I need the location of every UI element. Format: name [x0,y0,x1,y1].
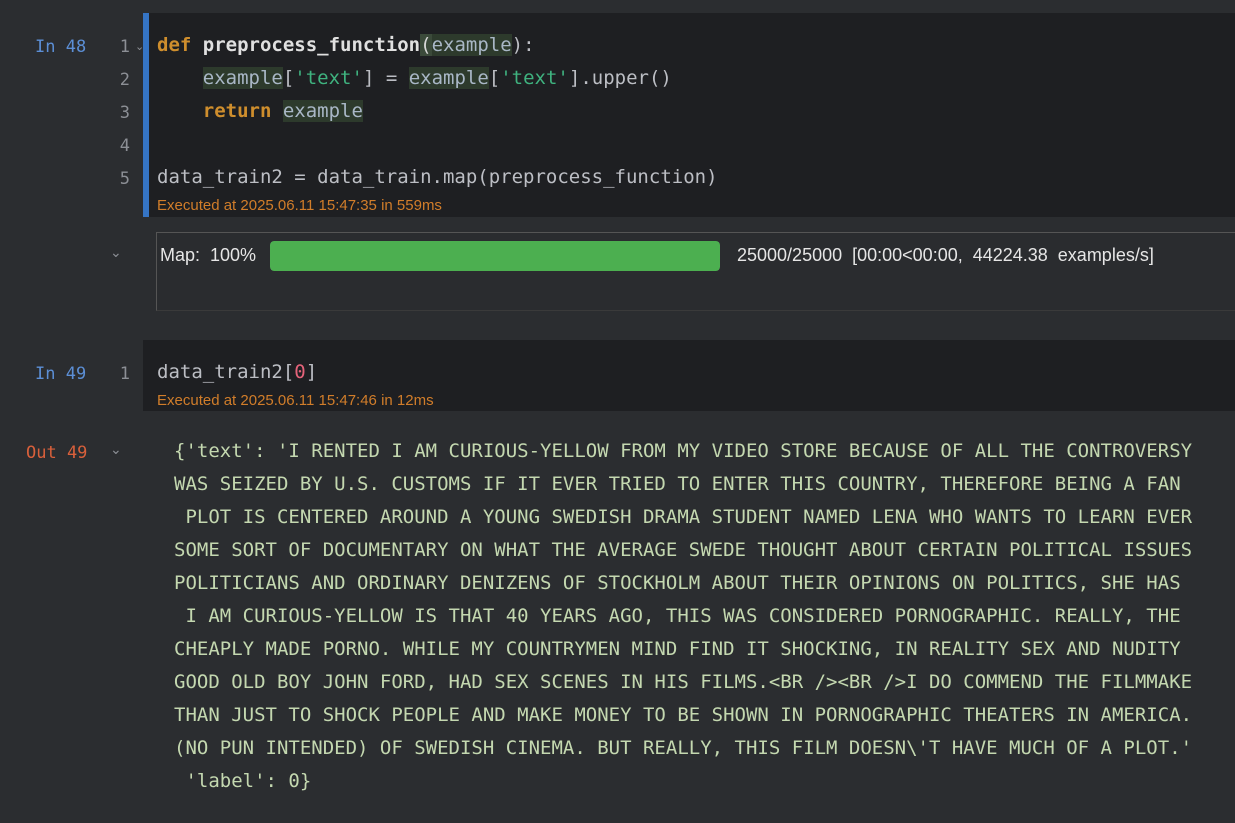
output-line: GOOD OLD BOY JOHN FORD, HAD SEX SCENES I… [174,671,1193,693]
var-example: example [202,67,283,89]
output-line: POLITICIANS AND ORDINARY DENIZENS OF STO… [174,572,1181,594]
line-number: 1 [119,37,130,57]
keyword-def: def [157,34,192,56]
var-example: example [282,100,363,122]
fold-chevron-icon[interactable]: ⌄ [135,40,144,53]
progress-bar [270,241,720,271]
assign: ] = [362,67,409,89]
param-example: example [431,34,512,56]
code-line-2[interactable]: example['text'] = example['text'].upper(… [157,67,672,89]
line-number: 5 [119,169,130,189]
paren: ( [420,34,432,56]
output-line: {'text': 'I RENTED I AM CURIOUS-YELLOW F… [174,440,1193,462]
code-line-5[interactable]: data_train2 = data_train.map(preprocess_… [157,166,718,188]
execution-status: Executed at 2025.06.11 15:47:35 in 559ms [157,197,442,214]
var-data-train2: data_train2 [157,361,283,383]
bracket: [ [488,67,501,89]
code-line-1[interactable]: def preprocess_function(example): [157,34,535,56]
var-example: example [408,67,489,89]
line-number: 2 [119,70,130,90]
cell-prompt: In 48 [35,37,87,57]
output-line: CHEAPLY MADE PORNO. WHILE MY COUNTRYMEN … [174,638,1181,660]
keyword-return: return [202,100,272,122]
string-text: 'text' [500,67,569,89]
paren-colon: ): [511,34,535,56]
output-line: I AM CURIOUS-YELLOW IS THAT 40 YEARS AGO… [174,605,1181,627]
line-number: 4 [119,136,130,156]
code-line-1[interactable]: data_train2[0] [157,361,317,383]
collapse-output-chevron-icon[interactable]: ⌄ [110,245,122,261]
bracket: ] [305,361,318,383]
output-prompt: Out 49 [26,443,88,463]
code-line-3[interactable]: return example [157,100,363,122]
index-number: 0 [294,361,306,383]
progress-bar-fill [270,241,720,271]
line-number: 1 [119,364,130,384]
progress-label: Map: 100% [160,245,257,265]
bracket: [ [282,67,295,89]
upper-call: ].upper() [568,67,672,89]
collapse-output-chevron-icon[interactable]: ⌄ [110,442,122,458]
output-line: WAS SEIZED BY U.S. CUSTOMS IF IT EVER TR… [174,473,1181,495]
string-text: 'text' [294,67,363,89]
line-number: 3 [119,103,130,123]
output-line: PLOT IS CENTERED AROUND A YOUNG SWEDISH … [174,506,1193,528]
progress-stats: 25000/25000 [00:00<00:00, 44224.38 examp… [737,245,1154,265]
output-line: (NO PUN INTENDED) OF SWEDISH CINEMA. BUT… [174,737,1193,759]
cell-prompt: In 49 [35,364,87,384]
output-line: 'label': 0} [174,770,312,792]
output-line: THAN JUST TO SHOCK PEOPLE AND MAKE MONEY… [174,704,1193,726]
execution-status: Executed at 2025.06.11 15:47:46 in 12ms [157,392,434,409]
function-name: preprocess_function [202,34,421,56]
notebook-editor: In 48 1 ⌄ 2 3 4 5 def preprocess_functio… [0,0,1235,823]
output-line: SOME SORT OF DOCUMENTARY ON WHAT THE AVE… [174,539,1193,561]
bracket: [ [282,361,295,383]
